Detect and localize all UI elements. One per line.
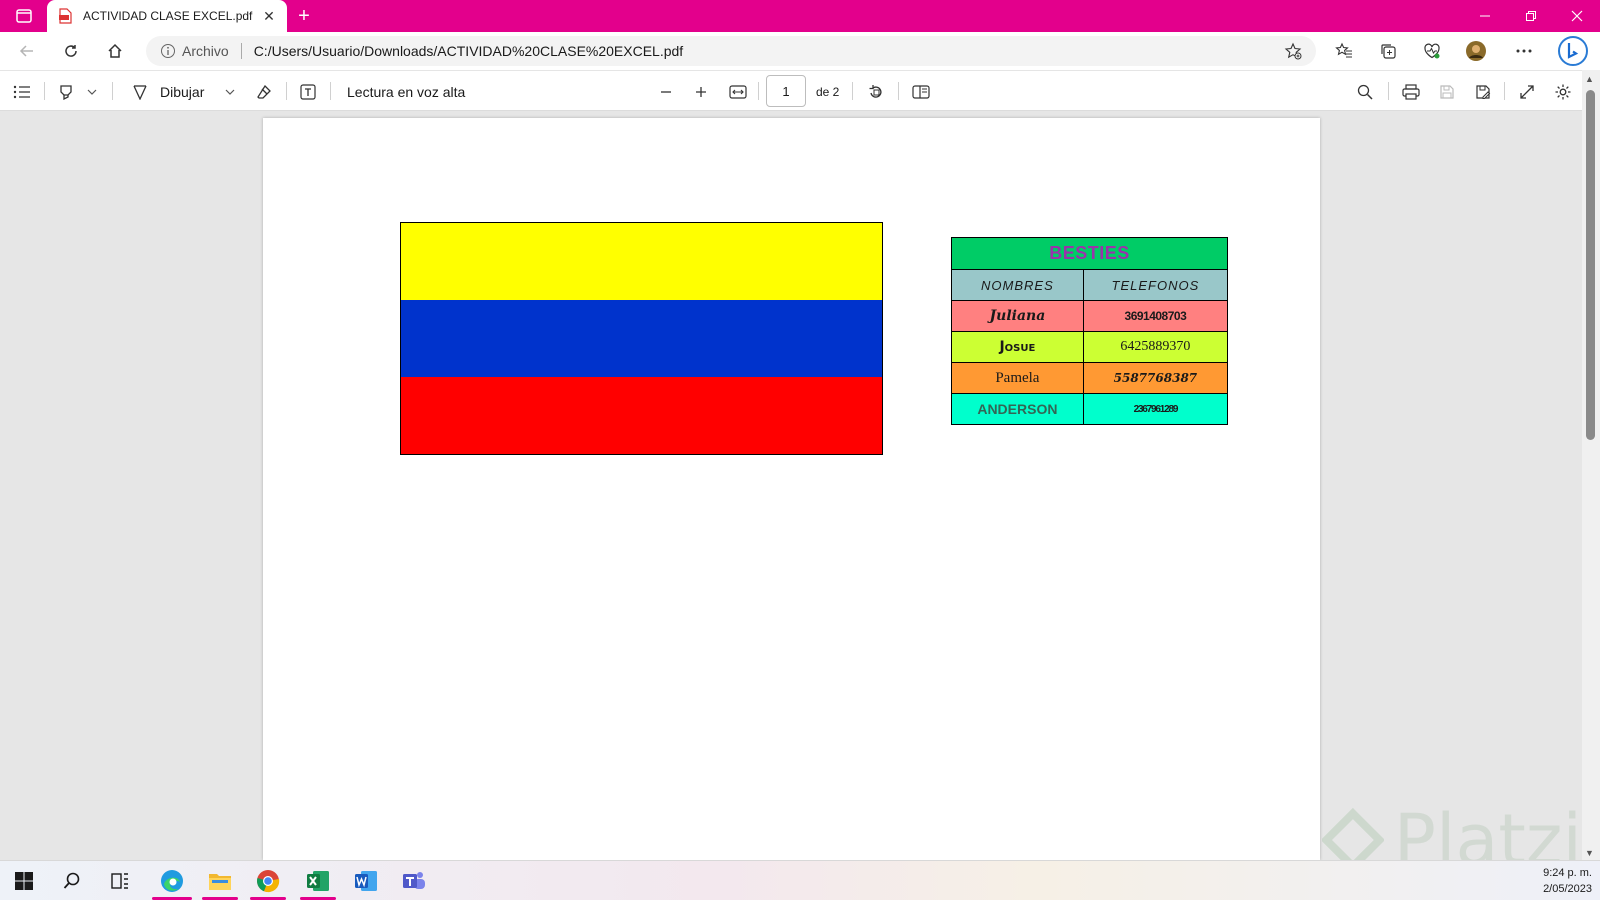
word-icon[interactable] xyxy=(344,865,388,897)
flag-stripe-red xyxy=(401,376,882,454)
toolbar-divider xyxy=(1388,82,1389,100)
task-view-icon[interactable] xyxy=(98,865,142,897)
name-cell: Juliana xyxy=(951,300,1084,332)
scroll-up-icon[interactable]: ▲ xyxy=(1585,74,1594,84)
name-cell: Pamela xyxy=(951,362,1084,394)
save-as-icon[interactable] xyxy=(1470,79,1496,105)
table-header-row: NOMBRES TELEFONOS xyxy=(951,269,1229,301)
read-aloud-button[interactable]: Lectura en voz alta xyxy=(347,79,465,105)
site-label: Archivo xyxy=(182,43,229,59)
print-icon[interactable] xyxy=(1398,79,1424,105)
table-title: BESTIES xyxy=(951,237,1228,270)
fit-to-width-icon[interactable] xyxy=(725,79,751,105)
teams-icon[interactable] xyxy=(392,865,436,897)
start-icon[interactable] xyxy=(2,865,46,897)
page-number-input[interactable]: 1 xyxy=(766,75,806,107)
search-icon[interactable] xyxy=(1352,79,1378,105)
settings-gear-icon[interactable] xyxy=(1550,79,1576,105)
browser-essentials-icon[interactable] xyxy=(1418,38,1446,64)
save-icon[interactable] xyxy=(1434,79,1460,105)
highlight-dropdown-icon[interactable] xyxy=(84,79,100,105)
address-bar: Archivo C:/Users/Usuario/Downloads/ACTIV… xyxy=(0,32,1600,70)
search-icon[interactable] xyxy=(50,865,94,897)
zoom-in-icon[interactable] xyxy=(689,79,713,105)
toolbar-divider xyxy=(44,82,45,100)
clock-date: 2/05/2023 xyxy=(1543,883,1592,895)
new-tab-icon[interactable]: + xyxy=(292,5,316,27)
fullscreen-icon[interactable] xyxy=(1514,79,1540,105)
add-text-icon[interactable] xyxy=(296,79,320,105)
url-field[interactable]: Archivo C:/Users/Usuario/Downloads/ACTIV… xyxy=(146,36,1316,66)
more-options-icon[interactable] xyxy=(1510,38,1538,64)
table-row: Pamela 5587768387 xyxy=(951,362,1229,394)
document-viewer[interactable]: BESTIES NOMBRES TELEFONOS Juliana 369140… xyxy=(0,111,1582,860)
page-total: de 2 xyxy=(816,85,840,99)
favorites-icon[interactable] xyxy=(1330,38,1358,64)
besties-table: BESTIES NOMBRES TELEFONOS Juliana 369140… xyxy=(951,237,1229,425)
system-clock[interactable]: 9:24 p. m. 2/05/2023 xyxy=(1543,865,1592,897)
scrollbar-thumb[interactable] xyxy=(1586,90,1595,440)
toolbar-divider xyxy=(112,82,113,100)
add-favorite-icon[interactable] xyxy=(1282,40,1304,62)
vertical-scrollbar[interactable]: ▲ ▼ xyxy=(1582,70,1600,860)
highlight-icon[interactable] xyxy=(54,79,78,105)
pdf-toolbar: Dibujar Lectura en voz alta 1 de 2 xyxy=(0,70,1600,111)
draw-icon[interactable] xyxy=(130,79,150,105)
pdf-file-icon xyxy=(57,8,73,24)
table-row: Josue 6425889370 xyxy=(951,331,1229,363)
profile-avatar[interactable] xyxy=(1462,38,1490,64)
toolbar-divider xyxy=(852,82,853,100)
tab-title: ACTIVIDAD CLASE EXCEL.pdf xyxy=(83,9,253,23)
active-tab[interactable]: ACTIVIDAD CLASE EXCEL.pdf ✕ xyxy=(47,0,287,32)
phone-cell: 3691408703 xyxy=(1082,300,1229,332)
restore-icon[interactable] xyxy=(1508,0,1554,32)
contents-list-icon[interactable] xyxy=(10,79,34,105)
clock-time: 9:24 p. m. xyxy=(1543,867,1592,879)
table-row: ANDERSON 2367961289 xyxy=(951,393,1229,425)
name-cell: Josue xyxy=(951,331,1084,363)
rotate-icon[interactable] xyxy=(863,79,889,105)
bing-icon[interactable] xyxy=(1556,36,1590,66)
refresh-icon[interactable] xyxy=(56,37,86,65)
table-row: Juliana 3691408703 xyxy=(951,300,1229,332)
url-divider xyxy=(240,43,242,59)
phone-cell: 2367961289 xyxy=(1082,393,1229,425)
header-nombres: NOMBRES xyxy=(951,269,1084,301)
draw-dropdown-icon[interactable] xyxy=(222,79,238,105)
excel-icon[interactable] xyxy=(296,865,340,900)
close-window-icon[interactable] xyxy=(1554,0,1600,32)
scroll-down-icon[interactable]: ▼ xyxy=(1585,848,1594,858)
chrome-icon[interactable] xyxy=(246,865,290,900)
toolbar-divider xyxy=(898,82,899,100)
eraser-icon[interactable] xyxy=(252,79,276,105)
toolbar-divider xyxy=(1504,82,1505,100)
toolbar-divider xyxy=(758,82,759,100)
minimize-icon[interactable] xyxy=(1462,0,1508,32)
back-icon[interactable] xyxy=(12,37,42,65)
toolbar-divider xyxy=(330,82,331,100)
home-icon[interactable] xyxy=(100,37,130,65)
url-text[interactable]: C:/Users/Usuario/Downloads/ACTIVIDAD%20C… xyxy=(254,43,1282,59)
phone-cell: 5587768387 xyxy=(1082,362,1229,394)
flag-stripe-blue xyxy=(401,299,882,377)
colombia-flag xyxy=(400,222,883,455)
name-cell: ANDERSON xyxy=(951,393,1084,425)
phone-cell: 6425889370 xyxy=(1082,331,1229,363)
pdf-page: BESTIES NOMBRES TELEFONOS Juliana 369140… xyxy=(263,118,1320,860)
page-view-icon[interactable] xyxy=(908,79,934,105)
flag-stripe-yellow xyxy=(401,223,882,300)
zoom-out-icon[interactable] xyxy=(654,79,678,105)
draw-button[interactable]: Dibujar xyxy=(160,79,204,105)
toolbar-divider xyxy=(286,82,287,100)
tab-actions-icon[interactable] xyxy=(8,6,40,26)
edge-icon[interactable] xyxy=(148,865,196,900)
title-bar: ACTIVIDAD CLASE EXCEL.pdf ✕ + xyxy=(0,0,1600,32)
close-tab-icon[interactable]: ✕ xyxy=(259,6,279,26)
info-icon[interactable] xyxy=(160,43,176,59)
file-explorer-icon[interactable] xyxy=(198,865,242,900)
windows-taskbar: 9:24 p. m. 2/05/2023 xyxy=(0,860,1600,900)
collections-icon[interactable] xyxy=(1374,38,1402,64)
header-telefonos: TELEFONOS xyxy=(1082,269,1229,301)
